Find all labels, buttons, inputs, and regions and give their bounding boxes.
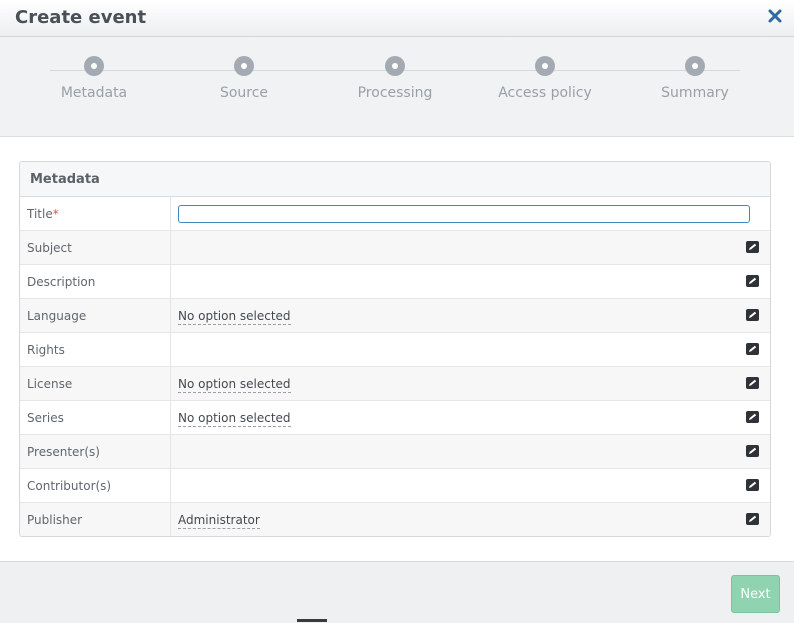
wizard-steps: Metadata Source Processing Access policy… [0, 37, 794, 137]
series-select[interactable]: No option selected [178, 410, 291, 427]
row-label: Subject [20, 230, 171, 265]
dialog-title: Create event [15, 7, 147, 28]
dialog-header: Create event [0, 0, 794, 37]
row-label: Description [20, 264, 171, 299]
edit-icon[interactable] [746, 411, 759, 423]
row-label: Rights [20, 332, 171, 367]
dialog-footer [0, 561, 794, 623]
wizard-step-label: Summary [661, 85, 729, 101]
table-row: License No option selected [20, 366, 770, 401]
edit-icon[interactable] [746, 513, 759, 525]
license-select[interactable]: No option selected [178, 376, 291, 393]
contributors-value[interactable] [170, 468, 770, 503]
language-value[interactable]: No option selected [170, 298, 770, 333]
edit-icon[interactable] [746, 445, 759, 457]
next-button[interactable]: Next [731, 575, 780, 613]
step-dot-icon [234, 56, 254, 76]
title-label: Title [27, 206, 53, 221]
description-value[interactable] [170, 264, 770, 299]
table-row: Subject [20, 230, 770, 265]
edit-icon[interactable] [746, 479, 759, 491]
row-label: Title* [20, 197, 171, 231]
table-row: Rights [20, 332, 770, 367]
edit-icon[interactable] [746, 241, 759, 253]
wizard-step-summary[interactable]: Summary [620, 56, 770, 101]
step-dot-icon [385, 56, 405, 76]
edit-icon[interactable] [746, 309, 759, 321]
row-label: Presenter(s) [20, 434, 171, 469]
step-dot-icon [535, 56, 555, 76]
wizard-step-metadata[interactable]: Metadata [19, 56, 169, 101]
table-row: Series No option selected [20, 400, 770, 435]
edit-icon[interactable] [746, 275, 759, 287]
row-value [170, 197, 770, 231]
wizard-step-label: Access policy [498, 85, 592, 101]
row-label: Contributor(s) [20, 468, 171, 503]
step-dot-icon [685, 56, 705, 76]
row-label: Language [20, 298, 171, 333]
table-row: Description [20, 264, 770, 299]
edit-icon[interactable] [746, 343, 759, 355]
table-row: Presenter(s) [20, 434, 770, 469]
row-label: Series [20, 400, 171, 435]
subject-value[interactable] [170, 230, 770, 265]
required-marker: * [52, 206, 59, 221]
table-row: Publisher Administrator [20, 502, 770, 536]
metadata-panel-heading: Metadata [20, 162, 770, 197]
table-row: Contributor(s) [20, 468, 770, 503]
publisher-value[interactable]: Administrator [170, 502, 770, 536]
wizard-step-label: Source [219, 85, 269, 101]
row-label: License [20, 366, 171, 401]
edit-icon[interactable] [746, 377, 759, 389]
close-icon[interactable] [766, 7, 784, 25]
wizard-step-access-policy[interactable]: Access policy [470, 56, 620, 101]
wizard-step-processing[interactable]: Processing [320, 56, 470, 101]
license-value[interactable]: No option selected [170, 366, 770, 401]
series-value[interactable]: No option selected [170, 400, 770, 435]
presenters-value[interactable] [170, 434, 770, 469]
wizard-step-label: Processing [357, 85, 433, 101]
row-label: Publisher [20, 502, 171, 536]
publisher-text[interactable]: Administrator [178, 512, 260, 529]
rights-value[interactable] [170, 332, 770, 367]
metadata-panel: Metadata Title* Subject Description Lang… [19, 161, 771, 537]
table-row: Language No option selected [20, 298, 770, 333]
table-row: Title* [20, 197, 770, 231]
metadata-table: Title* Subject Description Language No o… [20, 197, 770, 536]
language-select[interactable]: No option selected [178, 308, 291, 325]
step-dot-icon [84, 56, 104, 76]
title-input[interactable] [178, 204, 750, 223]
wizard-step-source[interactable]: Source [169, 56, 319, 101]
wizard-step-label: Metadata [60, 85, 128, 101]
